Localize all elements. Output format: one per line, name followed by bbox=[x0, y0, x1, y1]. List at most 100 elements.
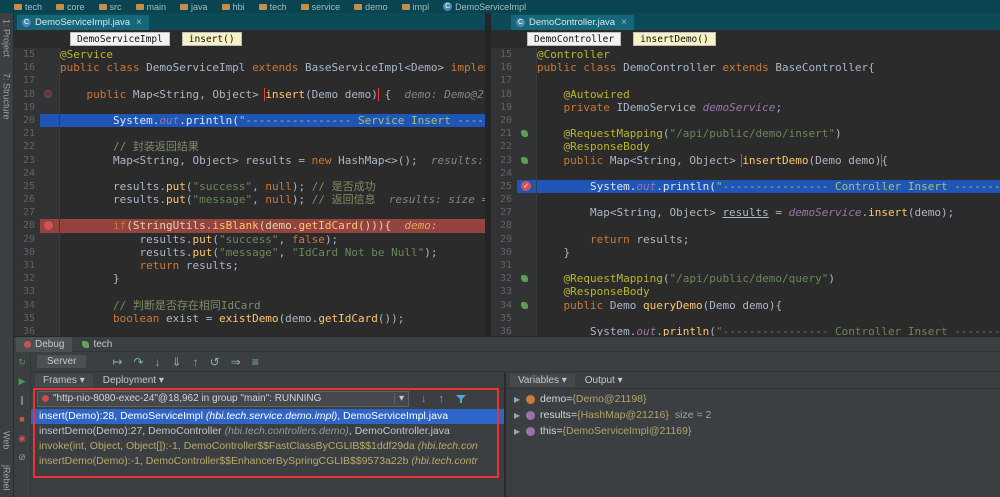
line-number[interactable]: 16 bbox=[14, 61, 40, 74]
line-number[interactable]: 30 bbox=[14, 246, 40, 259]
gutter[interactable] bbox=[517, 233, 537, 246]
line-number[interactable]: 20 bbox=[491, 114, 517, 127]
gutter[interactable] bbox=[40, 219, 60, 232]
line-number[interactable]: 28 bbox=[14, 219, 40, 232]
tab-deployment[interactable]: Deployment ▾ bbox=[95, 374, 172, 387]
line-number[interactable]: 21 bbox=[14, 127, 40, 140]
gutter[interactable] bbox=[517, 272, 537, 285]
line-number[interactable]: 23 bbox=[14, 154, 40, 167]
breadcrumb-item[interactable]: core bbox=[56, 2, 85, 12]
code-text[interactable] bbox=[60, 325, 485, 336]
breadcrumb-item[interactable]: tech bbox=[259, 2, 287, 12]
code-text[interactable]: @RequestMapping("/api/public/demo/query"… bbox=[537, 272, 1000, 285]
tab-variables[interactable]: Variables ▾ bbox=[510, 374, 575, 387]
line-number[interactable]: 17 bbox=[14, 74, 40, 87]
gutter[interactable] bbox=[40, 180, 60, 193]
breadcrumb-chip[interactable]: DemoController bbox=[527, 32, 621, 46]
line-number[interactable]: 32 bbox=[491, 272, 517, 285]
code-text[interactable]: @Controller bbox=[537, 48, 1000, 61]
line-number[interactable]: 24 bbox=[14, 167, 40, 180]
line-number[interactable]: 36 bbox=[14, 325, 40, 336]
line-number[interactable]: 18 bbox=[14, 88, 40, 101]
gutter[interactable] bbox=[517, 219, 537, 232]
resume-icon[interactable]: ▶ bbox=[19, 377, 26, 386]
gutter[interactable] bbox=[517, 154, 537, 167]
code-text[interactable]: } bbox=[60, 272, 485, 285]
gutter[interactable] bbox=[517, 74, 537, 87]
code-text[interactable] bbox=[60, 167, 485, 180]
breadcrumb-item[interactable]: CDemoServiceImpl bbox=[443, 2, 526, 12]
code-text[interactable]: // 判断是否存在相同IdCard bbox=[60, 299, 485, 312]
variable-row[interactable]: ▶this = {DemoServiceImpl@21169} bbox=[506, 423, 1000, 439]
gutter[interactable] bbox=[517, 246, 537, 259]
right-code-editor[interactable]: 15@Controller16public class DemoControll… bbox=[491, 48, 1000, 336]
line-number[interactable]: 34 bbox=[491, 299, 517, 312]
code-text[interactable]: private IDemoService demoService; bbox=[537, 101, 1000, 114]
line-number[interactable]: 35 bbox=[491, 312, 517, 325]
gutter[interactable] bbox=[40, 88, 60, 101]
code-text[interactable]: return results; bbox=[537, 233, 1000, 246]
variable-row[interactable]: ▶results = {HashMap@21216}size = 2 bbox=[506, 407, 1000, 423]
breadcrumb-item[interactable]: main bbox=[136, 2, 167, 12]
code-text[interactable]: @RequestMapping("/api/public/demo/insert… bbox=[537, 127, 1000, 140]
step-into-icon[interactable]: ↓ bbox=[155, 355, 161, 369]
code-text[interactable]: Map<String, Object> results = demoServic… bbox=[537, 206, 1000, 219]
line-number[interactable]: 18 bbox=[491, 88, 517, 101]
code-text[interactable]: } bbox=[537, 246, 1000, 259]
step-over-icon[interactable]: ↷ bbox=[134, 355, 144, 369]
code-text[interactable]: System.out.println("---------------- Con… bbox=[537, 180, 1000, 193]
line-number[interactable]: 34 bbox=[14, 299, 40, 312]
breadcrumb-item[interactable]: src bbox=[99, 2, 122, 12]
gutter[interactable] bbox=[40, 61, 60, 74]
code-text[interactable]: public Demo queryDemo(Demo demo){ bbox=[537, 299, 1000, 312]
code-text[interactable] bbox=[60, 206, 485, 219]
force-step-into-icon[interactable]: ⇓ bbox=[172, 355, 182, 369]
line-number[interactable]: 22 bbox=[491, 140, 517, 153]
line-number[interactable]: 22 bbox=[14, 140, 40, 153]
gutter[interactable] bbox=[40, 233, 60, 246]
gutter[interactable] bbox=[40, 299, 60, 312]
gutter[interactable] bbox=[40, 101, 60, 114]
run-to-cursor-icon[interactable]: ⇒ bbox=[231, 355, 241, 369]
code-text[interactable]: results.put("message", null); // 返回信息 re… bbox=[60, 193, 485, 206]
line-number[interactable]: 33 bbox=[14, 285, 40, 298]
tool-stripe-7-structure[interactable]: 7: Structure bbox=[2, 73, 12, 120]
gutter[interactable] bbox=[40, 259, 60, 272]
code-text[interactable]: results.put("success", false); bbox=[60, 233, 485, 246]
code-text[interactable] bbox=[60, 101, 485, 114]
code-text[interactable]: // 封装返回结果 bbox=[60, 140, 485, 153]
stack-frame-row[interactable]: insertDemo(Demo):27, DemoController (hbi… bbox=[31, 424, 504, 439]
code-text[interactable]: Map<String, Object> results = new HashMa… bbox=[60, 154, 485, 167]
close-icon[interactable]: × bbox=[136, 17, 142, 28]
code-text[interactable]: public Map<String, Object> insertDemo(De… bbox=[537, 154, 1000, 167]
line-number[interactable]: 17 bbox=[491, 74, 517, 87]
line-number[interactable]: 15 bbox=[491, 48, 517, 61]
line-number[interactable]: 15 bbox=[14, 48, 40, 61]
line-number[interactable]: 21 bbox=[491, 127, 517, 140]
variable-row[interactable]: ▶demo = {Demo@21198} bbox=[506, 391, 1000, 407]
stop-icon[interactable]: ■ bbox=[19, 415, 24, 424]
code-text[interactable] bbox=[60, 285, 485, 298]
code-text[interactable]: public class DemoController extends Base… bbox=[537, 61, 1000, 74]
close-icon[interactable]: × bbox=[621, 17, 627, 28]
gutter[interactable] bbox=[40, 325, 60, 336]
verified-breakpoint-icon[interactable]: ✓ bbox=[521, 181, 531, 191]
tool-stripe-web[interactable]: Web bbox=[2, 431, 12, 449]
gutter[interactable] bbox=[40, 140, 60, 153]
gutter[interactable] bbox=[517, 48, 537, 61]
gutter[interactable] bbox=[517, 88, 537, 101]
code-text[interactable] bbox=[537, 167, 1000, 180]
code-text[interactable] bbox=[60, 127, 485, 140]
code-text[interactable]: @Autowired bbox=[537, 88, 1000, 101]
code-text[interactable]: if(StringUtils.isBlank(demo.getIdCard())… bbox=[60, 219, 485, 232]
gutter[interactable] bbox=[517, 312, 537, 325]
disabled-breakpoint-icon[interactable] bbox=[44, 90, 52, 98]
code-text[interactable] bbox=[537, 193, 1000, 206]
code-text[interactable] bbox=[537, 114, 1000, 127]
code-text[interactable]: @ResponseBody bbox=[537, 140, 1000, 153]
gutter[interactable] bbox=[40, 285, 60, 298]
filter-icon[interactable] bbox=[456, 394, 466, 404]
code-text[interactable]: boolean exist = existDemo(demo.getIdCard… bbox=[60, 312, 485, 325]
code-text[interactable]: @ResponseBody bbox=[537, 285, 1000, 298]
chevron-down-icon[interactable]: ▾ bbox=[394, 393, 408, 404]
